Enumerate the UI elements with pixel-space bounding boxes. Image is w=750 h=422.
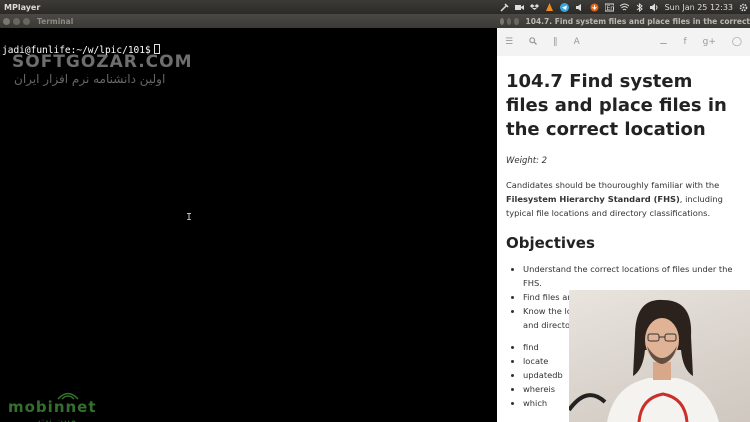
- twitter-icon[interactable]: ⚊: [659, 37, 667, 47]
- svg-text:En: En: [606, 5, 614, 12]
- close-icon[interactable]: [500, 17, 505, 25]
- close-icon[interactable]: [3, 17, 10, 25]
- weight-text: Weight: 2: [506, 156, 548, 166]
- softgozar-watermark: SOFTGOZAR.COM: [12, 52, 193, 72]
- bluetooth-icon[interactable]: [635, 2, 644, 12]
- dropbox-icon[interactable]: [529, 3, 539, 12]
- network-icon[interactable]: [619, 3, 629, 12]
- page-title: 104.7 Find system files and place files …: [506, 71, 727, 140]
- minimize-icon[interactable]: [13, 17, 20, 25]
- active-app-title: MPlayer: [4, 2, 41, 12]
- vlc-icon[interactable]: [545, 2, 554, 12]
- audio-icon[interactable]: [575, 3, 584, 12]
- system-tray: En Sun Jan 25 12:33: [500, 0, 748, 14]
- top-panel: MPlayer En Sun Jan 25 12:33: [0, 0, 750, 14]
- terminal-body[interactable]: jadi@funlife:~/w/lpic/101$ SOFTGOZAR.COM…: [0, 28, 497, 422]
- presenter-figure: [569, 299, 719, 422]
- search-icon[interactable]: [529, 36, 538, 48]
- mobinnet-logo: mobinnet مبین نت: [8, 390, 138, 422]
- pages-icon[interactable]: ‖: [553, 37, 558, 47]
- maximize-icon[interactable]: [514, 17, 519, 25]
- camera-icon[interactable]: [514, 3, 524, 12]
- maximize-icon[interactable]: [23, 17, 30, 25]
- mobinnet-logo-text-fa: مبین نت: [38, 414, 77, 422]
- intro-paragraph: Candidates should be thouroughly familia…: [506, 178, 740, 220]
- book-toolbar: ☰ ‖ A ⚊ f g+ ◯: [497, 28, 750, 56]
- font-icon[interactable]: A: [574, 37, 580, 47]
- keyboard-icon[interactable]: En: [604, 3, 615, 12]
- minimize-icon[interactable]: [507, 17, 512, 25]
- terminal-title: Terminal: [37, 16, 74, 26]
- google-plus-icon[interactable]: g+: [703, 37, 716, 47]
- terminal-titlebar[interactable]: Terminal: [0, 14, 497, 28]
- browser-titlebar[interactable]: 104.7. Find system files and place files…: [497, 14, 750, 28]
- list-item: Understand the correct locations of file…: [523, 262, 740, 290]
- objectives-heading: Objectives: [506, 234, 595, 252]
- telegram-icon[interactable]: [559, 2, 569, 12]
- terminal-window[interactable]: Terminal jadi@funlife:~/w/lpic/101$ SOFT…: [0, 14, 497, 422]
- webcam-overlay: [569, 290, 750, 422]
- volume-icon[interactable]: [649, 3, 659, 12]
- settings-gear-icon[interactable]: [739, 3, 748, 12]
- update-icon[interactable]: [590, 3, 599, 12]
- clock[interactable]: Sun Jan 25 12:33: [665, 3, 733, 12]
- intro-text-1: Candidates should be thouroughly familia…: [506, 180, 720, 190]
- share-icon[interactable]: ◯: [732, 37, 742, 47]
- facebook-icon[interactable]: f: [683, 37, 686, 47]
- fhs-bold-text: Filesystem Hierarchy Standard (FHS): [506, 194, 680, 204]
- browser-title: 104.7. Find system files and place files…: [525, 16, 750, 26]
- menu-icon[interactable]: ☰: [505, 37, 513, 47]
- tools-icon[interactable]: [500, 2, 509, 12]
- mouse-ibeam-cursor-icon: I: [186, 212, 193, 223]
- softgozar-watermark-fa: اولین دانشنامه نرم افزار ایران: [14, 72, 166, 86]
